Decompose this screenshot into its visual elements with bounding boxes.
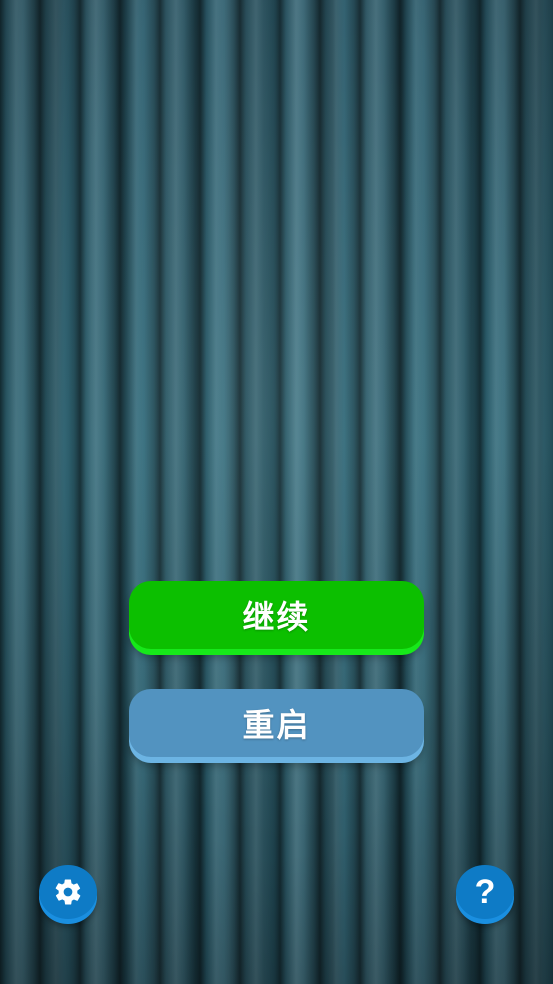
gear-icon <box>55 879 81 905</box>
pause-screen: 继续 重启 ? <box>0 0 553 984</box>
curtain-background <box>0 0 553 984</box>
question-mark-icon: ? <box>474 873 496 911</box>
continue-button[interactable]: 继续 <box>129 581 424 649</box>
settings-button[interactable] <box>39 865 97 919</box>
restart-button[interactable]: 重启 <box>129 689 424 757</box>
help-button[interactable]: ? <box>456 865 514 919</box>
